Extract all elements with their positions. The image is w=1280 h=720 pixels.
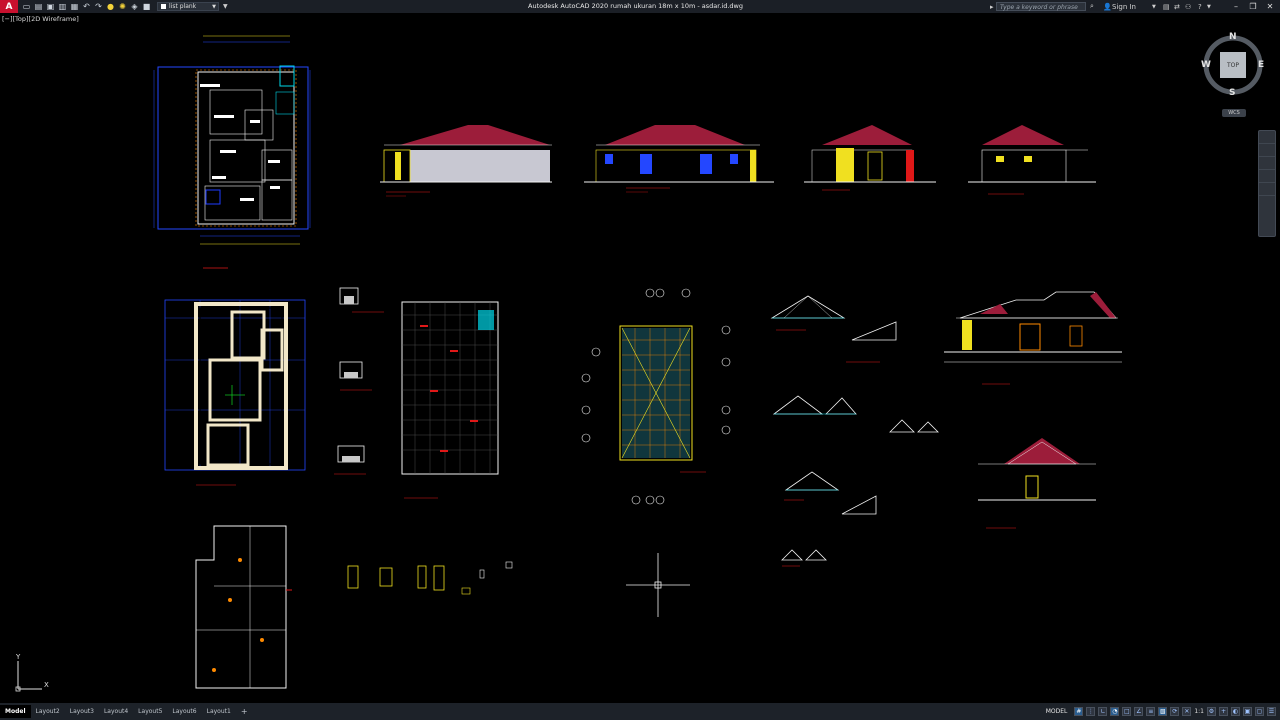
- ucs-icon: Y X: [8, 653, 58, 693]
- selection-cycling-icon[interactable]: ⟳: [1170, 707, 1180, 716]
- chevron-down-icon: ▼: [212, 3, 216, 10]
- redo-icon[interactable]: ↷: [94, 2, 103, 11]
- plot-icon[interactable]: ▦: [70, 2, 79, 11]
- search-input[interactable]: Type a keyword or phrase: [996, 2, 1086, 11]
- annotation-scale[interactable]: 1:1: [1194, 708, 1204, 715]
- save-as-icon[interactable]: ▥: [58, 2, 67, 11]
- exchange-icon[interactable]: ⇄: [1174, 0, 1180, 13]
- window-title: Autodesk AutoCAD 2020 rumah ukuran 18m x…: [528, 2, 743, 10]
- tab-model[interactable]: Model: [0, 705, 31, 718]
- quick-access-toolbar: ▭ ▤ ▣ ▥ ▦ ↶ ↷ ● ✺ ◈ ■: [20, 2, 151, 11]
- back-elevation-drawing: [968, 125, 1096, 195]
- close-button[interactable]: ✕: [1262, 0, 1278, 13]
- user-icon[interactable]: 👤: [1103, 0, 1112, 13]
- minimize-button[interactable]: –: [1228, 0, 1244, 13]
- showmotion-icon[interactable]: [1259, 183, 1275, 196]
- square-icon[interactable]: ■: [142, 2, 151, 11]
- model-space-button[interactable]: MODEL: [1046, 708, 1068, 715]
- section-b-drawing: [978, 438, 1096, 529]
- clean-screen-icon[interactable]: ▢: [1255, 707, 1264, 716]
- ucs-y-label: Y: [16, 653, 21, 661]
- new-icon[interactable]: ▭: [22, 2, 31, 11]
- save-icon[interactable]: ▣: [46, 2, 55, 11]
- door-window-details-drawing: [347, 561, 513, 595]
- zoom-icon[interactable]: [1259, 157, 1275, 170]
- section-a-drawing: [944, 291, 1122, 385]
- viewcube-south[interactable]: S: [1229, 88, 1235, 98]
- right-elevation-drawing: [804, 125, 936, 191]
- osnap-icon[interactable]: □: [1122, 707, 1132, 716]
- tab-layout5[interactable]: Layout5: [133, 705, 167, 718]
- transparency-icon[interactable]: ▧: [1158, 707, 1168, 716]
- side-elevation-drawing: [584, 125, 774, 193]
- roof-framing-plan-drawing: [581, 288, 731, 505]
- autocad-logo[interactable]: A: [0, 0, 18, 13]
- electrical-plan-drawing: [195, 525, 292, 689]
- help-icon[interactable]: ?: [1198, 0, 1202, 13]
- snap-icon[interactable]: ⋮: [1086, 707, 1096, 716]
- undo-icon[interactable]: ↶: [82, 2, 91, 11]
- add-layout-button[interactable]: +: [236, 705, 253, 718]
- chevron-down-icon[interactable]: ▼: [223, 3, 228, 10]
- workspace-icon[interactable]: ⚙: [1207, 707, 1216, 716]
- navigation-bar[interactable]: [1258, 130, 1276, 237]
- ucs-x-label: X: [44, 681, 49, 689]
- open-icon[interactable]: ▤: [34, 2, 43, 11]
- viewcube[interactable]: N S E W TOP: [1200, 30, 1268, 102]
- steering-wheel-icon[interactable]: [1259, 131, 1275, 144]
- chevron-down-icon[interactable]: ▼: [1152, 0, 1156, 13]
- foundation-details-drawing: [334, 287, 384, 475]
- tab-layout2[interactable]: Layout2: [31, 705, 65, 718]
- grid-icon[interactable]: #: [1074, 707, 1084, 716]
- floor-tile-plan-drawing: [401, 301, 499, 499]
- foundation-plan-drawing: [164, 299, 306, 486]
- tab-layout3[interactable]: Layout3: [65, 705, 99, 718]
- layer-name: list plank: [169, 3, 197, 10]
- tab-layout6[interactable]: Layout6: [167, 705, 201, 718]
- hardware-icon[interactable]: ▣: [1243, 707, 1252, 716]
- tab-layout4[interactable]: Layout4: [99, 705, 133, 718]
- crosshair-cursor: [626, 553, 690, 617]
- search-arrow-icon[interactable]: ▸: [990, 0, 994, 13]
- layer-icon[interactable]: ◈: [130, 2, 139, 11]
- ortho-icon[interactable]: ∟: [1098, 707, 1108, 716]
- customize-icon[interactable]: ☰: [1267, 707, 1276, 716]
- wcs-menu[interactable]: WCS: [1222, 109, 1246, 117]
- polar-icon[interactable]: ◔: [1110, 707, 1120, 716]
- otrack-icon[interactable]: ∠: [1134, 707, 1144, 716]
- cart-icon[interactable]: ▤: [1163, 0, 1170, 13]
- roof-truss-details-drawing: [770, 295, 939, 567]
- annotation-icon[interactable]: ✕: [1182, 707, 1192, 716]
- viewcube-west[interactable]: W: [1201, 60, 1211, 70]
- viewcube-north[interactable]: N: [1229, 32, 1237, 42]
- sign-in-button[interactable]: Sign In: [1112, 0, 1136, 13]
- viewcube-top-face[interactable]: TOP: [1220, 52, 1246, 78]
- chevron-down-icon[interactable]: ▼: [1207, 0, 1211, 13]
- front-elevation-drawing: [380, 125, 552, 197]
- layer-dropdown[interactable]: list plank ▼: [157, 2, 219, 11]
- search-icon[interactable]: ⌕: [1090, 0, 1094, 13]
- floor-plan-drawing: [153, 35, 311, 269]
- tab-layout1[interactable]: Layout1: [202, 705, 236, 718]
- isolate-icon[interactable]: ◐: [1231, 707, 1240, 716]
- sun-icon[interactable]: ✺: [118, 2, 127, 11]
- orbit-icon[interactable]: [1259, 170, 1275, 183]
- drawing-canvas[interactable]: [0, 13, 1280, 703]
- maximize-button[interactable]: ❐: [1245, 0, 1261, 13]
- people-icon[interactable]: ⚇: [1185, 0, 1191, 13]
- viewport-controls[interactable]: [−][Top][2D Wireframe]: [2, 15, 79, 23]
- status-bar: Model Layout2 Layout3 Layout4 Layout5 La…: [0, 703, 1280, 720]
- pan-icon[interactable]: [1259, 144, 1275, 157]
- lock-icon[interactable]: +: [1219, 707, 1228, 716]
- lightbulb-icon[interactable]: ●: [106, 2, 115, 11]
- layer-color-swatch: [161, 4, 166, 9]
- viewcube-east[interactable]: E: [1258, 60, 1264, 70]
- lineweight-icon[interactable]: ≡: [1146, 707, 1156, 716]
